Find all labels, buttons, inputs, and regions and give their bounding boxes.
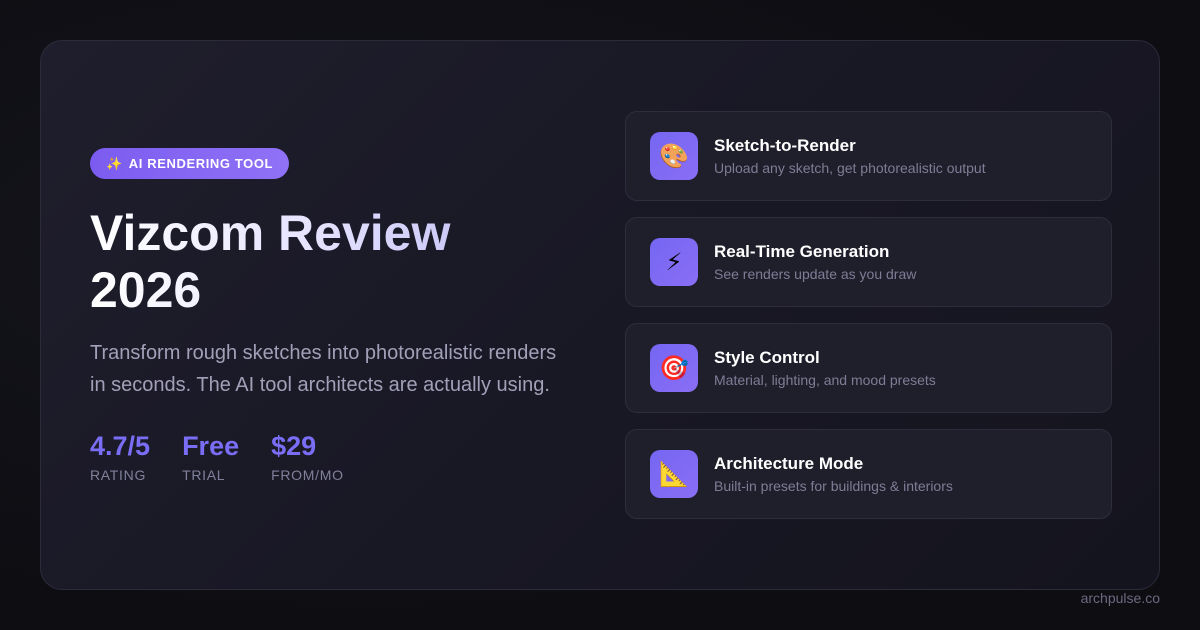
stat-label: RATING <box>90 467 147 483</box>
feature-description: Upload any sketch, get photorealistic ou… <box>714 160 986 176</box>
feature-title: Real-Time Generation <box>714 242 890 261</box>
site-domain: archpulse.co <box>1080 590 1160 606</box>
sparkles-icon: ✨ <box>106 155 123 171</box>
stat-price: $29 FROM/MO <box>271 431 344 483</box>
stat-value: $29 <box>271 431 317 461</box>
feature-title: Style Control <box>714 348 820 367</box>
target-icon: 🎯 <box>650 344 698 392</box>
stat-label: TRIAL <box>182 467 226 483</box>
stats-row: 4.7/5 RATING Free TRIAL $29 FROM/MO <box>90 431 570 483</box>
feature-card-architecture-mode: 📐 Architecture Mode Built-in presets for… <box>625 429 1112 519</box>
review-card: ✨ AI RENDERING TOOL Vizcom Review 2026 T… <box>40 40 1160 590</box>
feature-list: 🎨 Sketch-to-Render Upload any sketch, ge… <box>625 111 1112 535</box>
feature-description: Built-in presets for buildings & interio… <box>714 478 953 494</box>
badge-label: AI RENDERING TOOL <box>128 156 274 171</box>
feature-title: Architecture Mode <box>714 454 864 473</box>
stat-label: FROM/MO <box>271 467 344 483</box>
hero-description: Transform rough sketches into photoreali… <box>90 342 557 396</box>
stat-value: Free <box>182 431 240 461</box>
feature-card-real-time-generation: ⚡ Real-Time Generation See renders updat… <box>625 217 1112 307</box>
page-title: Vizcom Review 2026 <box>90 205 570 319</box>
stat-trial: Free TRIAL <box>182 431 239 483</box>
feature-title: Sketch-to-Render <box>714 136 856 155</box>
palette-icon: 🎨 <box>650 132 698 180</box>
category-badge: ✨ AI RENDERING TOOL <box>90 148 290 179</box>
og-image: ✨ AI RENDERING TOOL Vizcom Review 2026 T… <box>0 0 1200 630</box>
title-line-2: 2026 <box>90 262 202 318</box>
feature-description: Material, lighting, and mood presets <box>714 372 936 388</box>
lightning-icon: ⚡ <box>650 238 698 286</box>
stat-rating: 4.7/5 RATING <box>90 431 150 483</box>
feature-card-style-control: 🎯 Style Control Material, lighting, and … <box>625 323 1112 413</box>
feature-description: See renders update as you draw <box>714 266 917 282</box>
feature-card-sketch-to-render: 🎨 Sketch-to-Render Upload any sketch, ge… <box>625 111 1112 201</box>
hero-section: ✨ AI RENDERING TOOL Vizcom Review 2026 T… <box>90 148 570 483</box>
stat-value: 4.7/5 <box>90 431 151 461</box>
triangle-ruler-icon: 📐 <box>650 450 698 498</box>
title-line-1: Vizcom Review <box>90 205 451 261</box>
